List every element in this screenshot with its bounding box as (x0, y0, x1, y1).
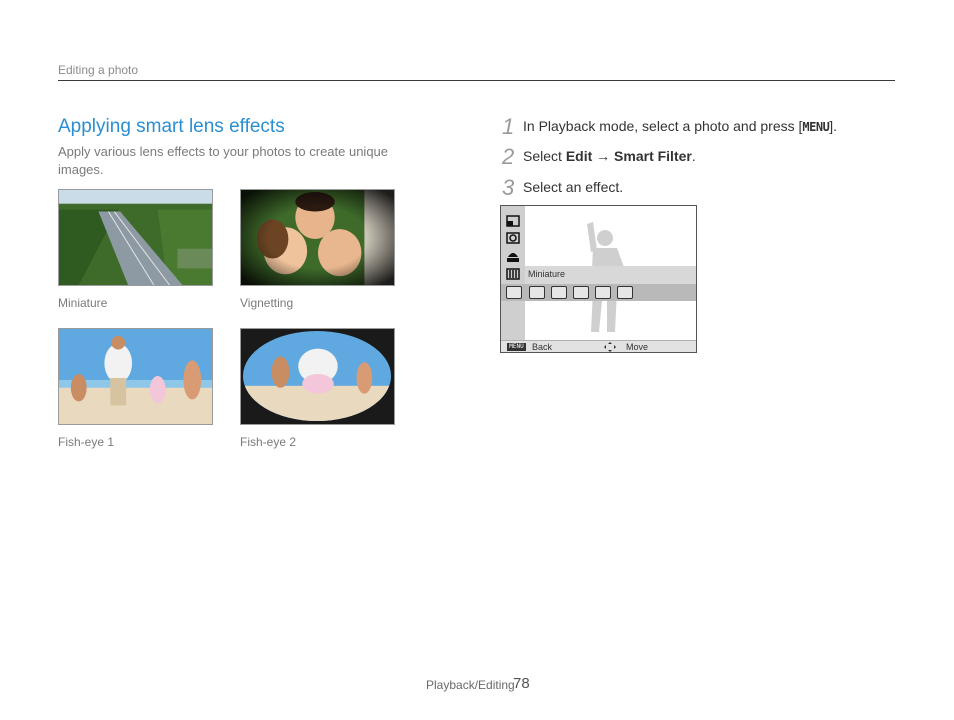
header-divider (58, 80, 895, 81)
camera-screen: Miniature MENU Back Move (500, 205, 697, 353)
example-caption: Miniature (58, 296, 108, 310)
effect-name-label: Miniature (528, 269, 566, 279)
edit-menu-label: Edit (565, 148, 593, 164)
camera-bottom-bar: MENU Back Move (501, 340, 696, 352)
step-number: 2 (502, 144, 515, 169)
retouch-icon (506, 215, 520, 227)
effect-off-icon[interactable] (506, 286, 522, 299)
fisheye-1-example-image (58, 328, 213, 425)
section-title: Applying smart lens effects (58, 116, 285, 137)
example-caption: Fish-eye 1 (58, 435, 115, 449)
fisheye-1-icon[interactable] (595, 286, 611, 299)
back-label: Back (532, 342, 553, 352)
page-number: 78 (513, 675, 530, 692)
fisheye-2-example-image (240, 328, 395, 425)
menu-button-icon[interactable]: MENU (507, 343, 526, 351)
step-number: 1 (502, 114, 515, 139)
running-header: Editing a photo (58, 63, 139, 77)
vignetting-icon[interactable] (573, 286, 589, 299)
example-caption: Fish-eye 2 (240, 435, 297, 449)
section-description: Apply various lens effects to your photo… (58, 144, 389, 177)
step-text: Select Edit → Smart Filter. (523, 148, 696, 164)
footer-section: Playback/Editing (426, 678, 515, 692)
step-text: Select an effect. (523, 179, 624, 195)
fisheye-2-icon[interactable] (617, 286, 633, 299)
menu-key-label: MENU (802, 120, 830, 134)
miniature-icon (506, 268, 520, 280)
move-label: Move (626, 342, 649, 352)
smart-filter-icon (506, 232, 520, 244)
smart-filter-label: Smart Filter (614, 148, 692, 164)
effect-selector-row[interactable] (501, 284, 696, 301)
example-caption: Vignetting (240, 296, 294, 310)
step-number: 3 (502, 175, 515, 200)
miniature-example-image (58, 189, 213, 286)
miniature-effect-icon[interactable] (551, 286, 567, 299)
effect-off-2-icon[interactable] (529, 286, 545, 299)
move-icon (604, 342, 616, 352)
step-text: In Playback mode, select a photo and pre… (523, 118, 838, 134)
vignetting-example-image (240, 189, 395, 286)
photo-style-icon (507, 253, 519, 262)
